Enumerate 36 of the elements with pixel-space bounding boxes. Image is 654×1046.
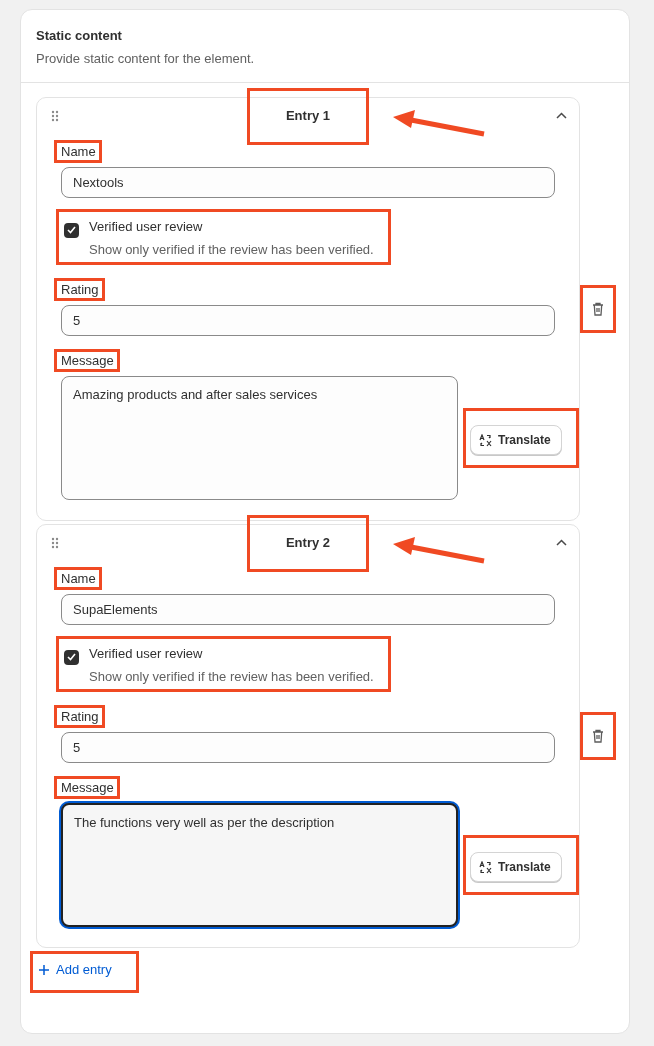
field-label: Message: [54, 776, 120, 799]
field-label: Message: [54, 349, 120, 372]
checkbox-label[interactable]: Verified user review: [64, 217, 374, 238]
trash-icon: [592, 729, 604, 743]
help-text: Show only verified if the review has been verified.: [88, 667, 374, 686]
section-title: Static content: [36, 27, 123, 45]
translate-button[interactable]: Translate: [470, 425, 562, 455]
field-label: Rating: [54, 705, 105, 728]
checkbox-label[interactable]: Verified user review: [64, 644, 374, 665]
text-field[interactable]: SupaElements: [61, 594, 555, 625]
collapse-toggle[interactable]: [556, 112, 567, 119]
translate-icon: [479, 433, 492, 447]
field-label: Name: [54, 567, 102, 590]
add-entry-button[interactable]: Add entry: [29, 954, 122, 986]
translate-button[interactable]: Translate: [470, 852, 562, 882]
section-description: Provide static content for the element.: [36, 49, 256, 68]
field-label: Name: [54, 140, 102, 163]
translate-icon: [479, 860, 492, 874]
number-field[interactable]: 5: [61, 732, 555, 763]
message-field[interactable]: The functions very well as per the description: [61, 803, 458, 927]
drag-handle-icon[interactable]: [51, 537, 59, 549]
entry-title: Entry 1: [247, 87, 369, 145]
checkbox[interactable]: [64, 222, 79, 238]
check-icon: [67, 226, 76, 234]
trash-icon: [592, 302, 604, 316]
text-field[interactable]: Nextools: [61, 167, 555, 198]
checkbox[interactable]: [64, 649, 79, 665]
number-field[interactable]: 5: [61, 305, 555, 336]
entry-title: Entry 2: [247, 514, 369, 572]
message-field[interactable]: Amazing products and after sales services: [61, 376, 458, 500]
plus-icon: [39, 964, 49, 975]
collapse-toggle[interactable]: [556, 539, 567, 546]
help-text: Show only verified if the review has been verified.: [88, 240, 374, 259]
field-label: Rating: [54, 278, 105, 301]
drag-handle-icon[interactable]: [51, 110, 59, 122]
check-icon: [67, 653, 76, 661]
